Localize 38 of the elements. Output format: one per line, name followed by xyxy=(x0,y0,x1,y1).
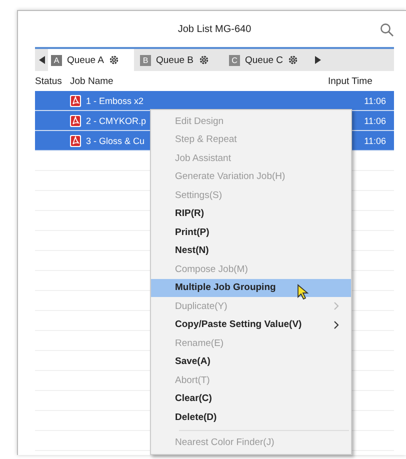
window-title: Job List MG-640 xyxy=(178,24,252,34)
menu-item[interactable]: Print(P) xyxy=(151,223,351,242)
column-header[interactable]: Job Name xyxy=(70,76,328,86)
pointer-cursor-icon xyxy=(297,284,309,300)
search-icon[interactable] xyxy=(380,23,394,37)
column-header[interactable]: Status xyxy=(35,76,70,86)
gear-icon[interactable] xyxy=(108,55,119,65)
queue-tab[interactable]: A Queue A xyxy=(48,49,134,71)
tab-label: Queue A xyxy=(67,54,104,66)
pdf-file-icon xyxy=(70,114,81,126)
menu-item[interactable]: RIP(R) xyxy=(151,204,351,223)
job-row[interactable]: 1 - Emboss x2 11:06 xyxy=(35,91,394,111)
menu-item[interactable]: Multiple Job Grouping xyxy=(151,278,351,297)
pdf-file-icon xyxy=(70,94,81,106)
job-name: 2 - CMYKOR.p xyxy=(86,116,146,126)
queue-letter-badge: C xyxy=(229,54,240,66)
tab-label: Queue B xyxy=(156,54,194,66)
input-time: 11:06 xyxy=(363,116,387,126)
menu-item[interactable]: Copy/Paste Setting Value(V) xyxy=(151,316,351,334)
tab-label: Queue C xyxy=(245,54,284,66)
submenu-chevron-icon xyxy=(334,302,339,310)
scroll-left-icon[interactable] xyxy=(39,56,45,64)
queue-letter-badge: A xyxy=(51,54,62,66)
scroll-right-icon[interactable] xyxy=(315,56,321,64)
input-time: 11:06 xyxy=(363,96,387,106)
queue-letter-badge: B xyxy=(140,54,151,66)
menu-item[interactable]: Clear(C) xyxy=(151,390,351,408)
job-name: 1 - Emboss x2 xyxy=(86,96,144,106)
gear-icon[interactable] xyxy=(198,55,208,65)
menu-item[interactable]: Nest(N) xyxy=(151,242,351,260)
menu-item[interactable]: Delete(D) xyxy=(151,408,351,426)
gear-icon[interactable] xyxy=(288,55,298,65)
column-header[interactable]: Input Time xyxy=(328,76,394,86)
menu-item[interactable]: Save(A) xyxy=(151,352,351,371)
job-name: 3 - Gloss & Cu xyxy=(86,136,145,146)
pdf-file-icon xyxy=(70,134,81,146)
submenu-chevron-icon xyxy=(334,320,339,329)
input-time: 11:06 xyxy=(363,136,387,146)
